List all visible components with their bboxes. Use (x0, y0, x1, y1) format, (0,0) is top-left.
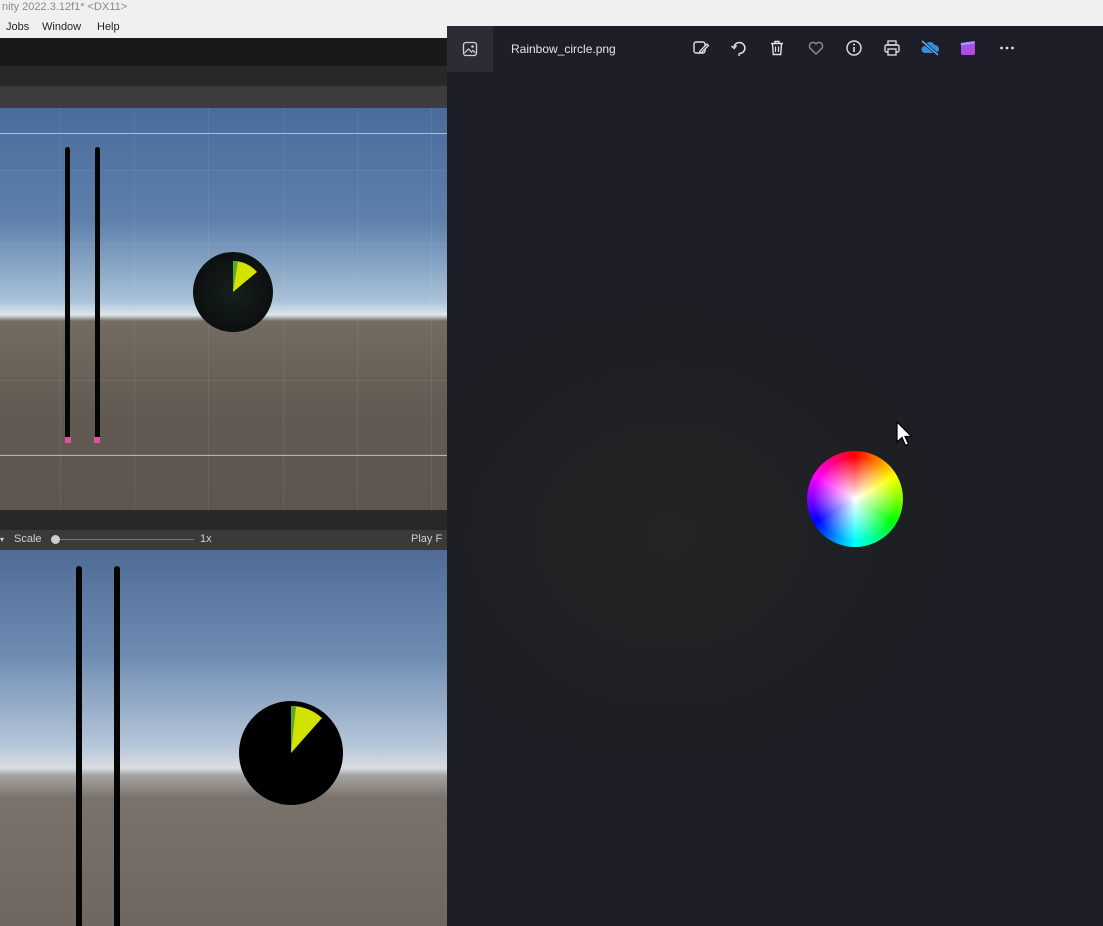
onedrive-sync-icon (921, 39, 940, 57)
scene-grid-line (357, 108, 358, 510)
print-icon (884, 40, 900, 56)
scale-label: Scale (14, 533, 42, 545)
menu-jobs[interactable]: Jobs (6, 21, 29, 33)
game-view[interactable] (0, 550, 447, 926)
scale-value: 1x (200, 533, 212, 545)
gallery-icon (462, 41, 478, 57)
scene-view[interactable] (0, 108, 447, 510)
onedrive-sync-button[interactable] (920, 38, 940, 58)
scene-pie-circle[interactable] (192, 251, 274, 333)
unity-window-title: nity 2022.3.12f1* <DX11> (2, 1, 128, 13)
more-options-button[interactable] (997, 38, 1017, 58)
gallery-button[interactable] (447, 26, 493, 72)
photo-file-name: Rainbow_circle.png (511, 42, 616, 56)
more-options-icon (1000, 46, 1014, 50)
favorite-button[interactable] (806, 38, 826, 58)
unity-toolbar (0, 38, 447, 66)
canvas-bottom-bound (0, 455, 447, 456)
scene-grid-line (283, 108, 284, 510)
game-pie-circle (239, 701, 343, 805)
info-button[interactable] (844, 38, 864, 58)
scene-grid-line (60, 108, 61, 510)
scene-view-toolbar (0, 86, 447, 108)
scale-slider-track[interactable] (55, 539, 194, 540)
scene-right-bar-marker (94, 437, 100, 443)
scene-tab-bar (0, 66, 447, 86)
game-right-bar (114, 566, 120, 926)
delete-button[interactable] (767, 38, 787, 58)
unity-title-bar: nity 2022.3.12f1* <DX11> (0, 0, 1103, 18)
edit-image-button[interactable] (691, 38, 711, 58)
scale-slider-handle[interactable] (51, 535, 60, 544)
edit-image-icon (693, 41, 710, 54)
delete-icon (771, 40, 783, 56)
play-focused-dropdown[interactable]: Play F (411, 533, 442, 545)
menu-window[interactable]: Window (42, 21, 81, 33)
rotate-icon (731, 41, 746, 56)
scene-left-bar[interactable] (65, 147, 70, 442)
scene-left-bar-marker (65, 437, 71, 443)
canvas-top-bound (0, 133, 447, 134)
clipchamp-button[interactable] (958, 38, 978, 58)
scene-status-strip (0, 510, 447, 530)
rotate-button[interactable] (729, 38, 749, 58)
menu-help[interactable]: Help (97, 21, 120, 33)
rainbow-circle-image[interactable] (807, 451, 903, 547)
scene-grid-line (134, 108, 135, 510)
game-left-bar (76, 566, 82, 926)
info-icon (846, 40, 862, 56)
photos-canvas-background (447, 200, 1103, 900)
aspect-dropdown-chevron-icon[interactable]: ▾ (0, 535, 4, 544)
game-view-toolbar: ▾ Scale 1x Play F (0, 530, 447, 550)
mouse-cursor-icon (896, 421, 913, 447)
scene-grid-line (431, 108, 432, 510)
scene-right-bar[interactable] (95, 147, 100, 442)
print-button[interactable] (882, 38, 902, 58)
clipchamp-icon (960, 41, 975, 55)
favorite-icon (808, 41, 824, 55)
